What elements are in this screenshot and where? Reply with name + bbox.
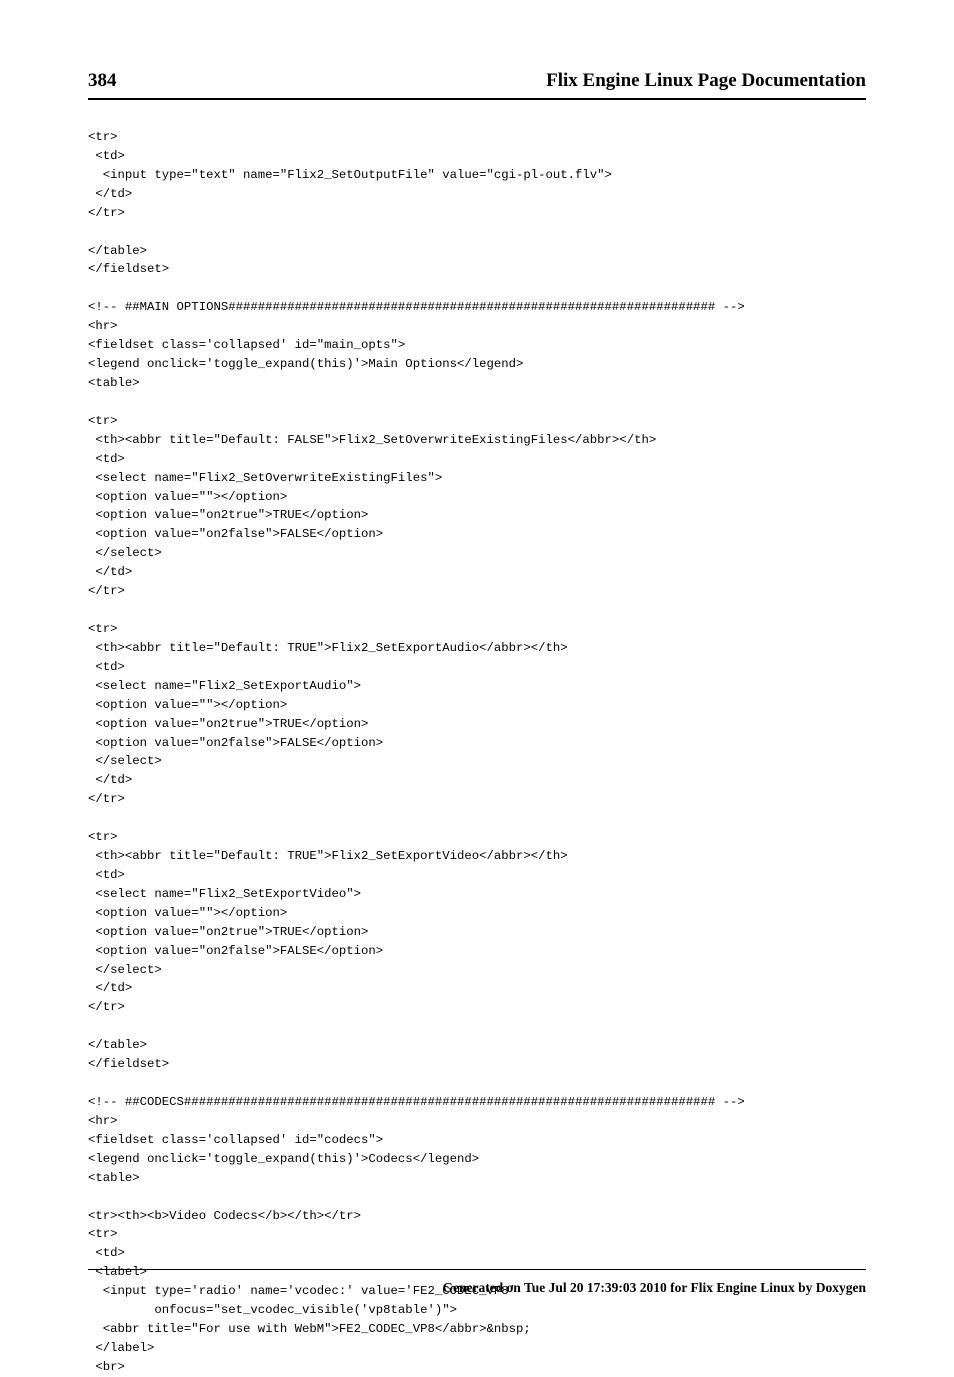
page-header: 384 Flix Engine Linux Page Documentation <box>88 70 866 100</box>
footer-text: Generated on Tue Jul 20 17:39:03 2010 fo… <box>442 1280 866 1295</box>
page-number: 384 <box>88 70 117 92</box>
doc-title: Flix Engine Linux Page Documentation <box>546 70 866 92</box>
code-listing: <tr> <td> <input type="text" name="Flix2… <box>88 128 866 1377</box>
page-footer: Generated on Tue Jul 20 17:39:03 2010 fo… <box>88 1269 866 1296</box>
